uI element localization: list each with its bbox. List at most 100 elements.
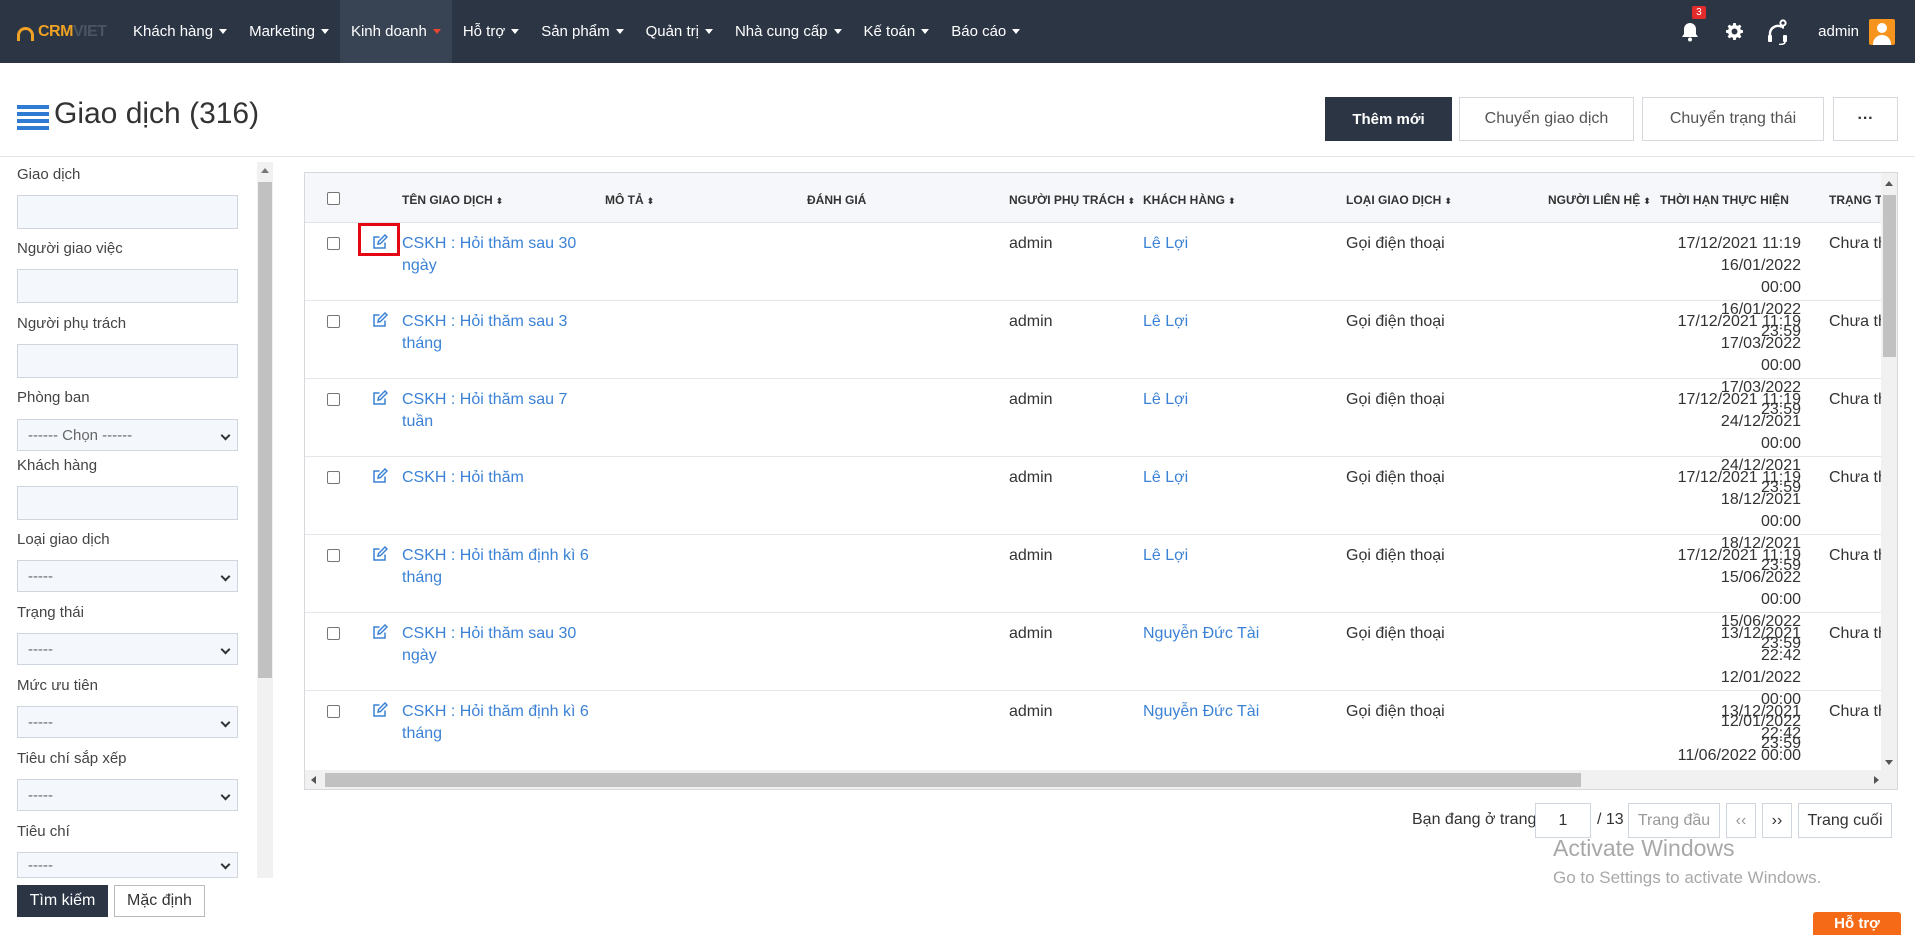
support-chat-button[interactable]: Hỗ trợ [1813,912,1901,935]
nguoi-giao-viec-input[interactable] [17,269,238,303]
customer-link[interactable]: Lê Lợi [1143,467,1188,489]
filter-label-phong-ban: Phòng ban [17,389,90,406]
tieu-chi-sap-xep-select[interactable]: ----- [17,779,238,811]
menu-ke-toan[interactable]: Kế toán [853,0,941,63]
next-page-button[interactable]: ›› [1762,803,1792,838]
table-header: TÊN GIAO DỊCH ⬍ MÔ TẢ ⬍ ĐÁNH GIÁ NGƯỜI PHỤ… [305,173,1897,223]
row-checkbox[interactable] [327,393,340,406]
loai-giao-dich-select[interactable]: ----- [17,560,238,592]
prev-page-button[interactable]: ‹‹ [1726,803,1756,838]
list-icon [17,105,49,131]
edit-icon[interactable] [372,545,389,562]
notification-button[interactable]: 3 [1668,0,1712,63]
menu-khach-hang[interactable]: Khách hàng [122,0,238,63]
status-cell: Chưa th [1829,469,1887,486]
deal-name-link[interactable]: CSKH : Hỏi thăm [402,467,602,489]
caret-down-icon [615,29,624,34]
row-checkbox[interactable] [327,549,340,562]
status-cell: Chưa th [1829,313,1887,330]
chevron-down-icon [220,790,231,801]
row-checkbox[interactable] [327,627,340,640]
row-checkbox[interactable] [327,315,340,328]
sort-icon: ⬍ [1228,196,1236,206]
first-page-button[interactable]: Trang đầu [1628,803,1720,838]
row-checkbox[interactable] [327,237,340,250]
transfer-deal-button[interactable]: Chuyển giao dịch [1459,97,1634,141]
menu-bao-cao[interactable]: Báo cáo [940,0,1031,63]
sidebar-scrollbar[interactable] [257,162,273,878]
deal-name-link[interactable]: CSKH : Hỏi thăm sau 30 ngày [402,623,602,667]
caret-down-icon [704,29,713,34]
row-checkbox[interactable] [327,471,340,484]
edit-icon[interactable] [372,233,389,250]
settings-button[interactable] [1712,0,1756,63]
deal-name-link[interactable]: CSKH : Hỏi thăm sau 7 tuần [402,389,602,433]
table-vertical-scrollbar[interactable] [1881,173,1897,771]
col-khach-hang[interactable]: KHÁCH HÀNG ⬍ [1143,193,1236,207]
phong-ban-select[interactable]: ------ Chọn ------ [17,419,238,451]
col-danh-gia: ĐÁNH GIÁ [807,193,867,207]
filter-label-nguoi-giao-viec: Người giao việc [17,240,123,257]
select-all-checkbox[interactable] [327,192,340,205]
menu-quan-tri[interactable]: Quản trị [635,0,724,63]
status-cell: Chưa th [1829,235,1887,252]
col-nguoi-phu-trach[interactable]: NGƯỜI PHỤ TRÁCH ⬍ [1009,193,1135,207]
table-row: CSKH : Hỏi thăm sau 3 tháng admin Lê Lợi Gọi… [305,301,1897,418]
muc-uu-tien-select[interactable]: ----- [17,706,238,738]
col-mo-ta[interactable]: MÔ TẢ ⬍ [605,193,654,207]
customer-link[interactable]: Lê Lợi [1143,311,1188,333]
row-checkbox[interactable] [327,705,340,718]
nguoi-phu-trach-input[interactable] [17,344,238,378]
deal-name-link[interactable]: CSKH : Hỏi thăm định kì 6 tháng [402,545,602,589]
change-status-button[interactable]: Chuyển trạng thái [1642,97,1824,141]
table-row: CSKH : Hỏi thăm sau 30 ngày admin Nguyễn Đứ… [305,613,1897,752]
reset-default-button[interactable]: Mặc định [114,885,205,917]
notification-badge: 3 [1692,6,1706,19]
status-cell: Chưa th [1829,391,1887,408]
edit-icon[interactable] [372,701,389,718]
edit-icon[interactable] [372,311,389,328]
caret-down-icon [833,29,842,34]
customer-link[interactable]: Lê Lợi [1143,233,1188,255]
add-new-button[interactable]: Thêm mới [1325,97,1452,141]
col-ten-giao-dich[interactable]: TÊN GIAO DỊCH ⬍ [402,193,503,207]
edit-icon[interactable] [372,623,389,640]
col-nguoi-lien-he[interactable]: NGƯỜI LIÊN HỆ ⬍ [1548,193,1651,207]
deal-name-link[interactable]: CSKH : Hỏi thăm định kì 6 tháng [402,701,602,745]
table-horizontal-scrollbar[interactable] [305,770,1897,789]
giao-dich-input[interactable] [17,195,238,229]
last-page-button[interactable]: Trang cuối [1798,803,1892,838]
customer-link[interactable]: Nguyễn Đức Tài [1143,701,1259,723]
chevron-down-icon [220,859,231,870]
customer-link[interactable]: Lê Lợi [1143,545,1188,567]
menu-ho-tro[interactable]: Hỗ trợ [452,0,530,63]
customer-link[interactable]: Lê Lợi [1143,389,1188,411]
deal-name-link[interactable]: CSKH : Hỏi thăm sau 30 ngày [402,233,602,277]
search-button[interactable]: Tìm kiếm [17,885,108,917]
khach-hang-input[interactable] [17,486,238,520]
sort-icon: ⬍ [1127,196,1136,206]
pager-prefix: Bạn đang ở trang [1412,811,1537,828]
logo-icon [17,26,34,41]
deal-name-link[interactable]: CSKH : Hỏi thăm sau 3 tháng [402,311,602,355]
menu-san-pham[interactable]: Sản phẩm [530,0,634,63]
avatar[interactable] [1869,18,1895,45]
bell-icon [1682,22,1699,41]
support-headset-button[interactable] [1756,0,1800,63]
user-name[interactable]: admin [1818,23,1859,40]
col-loai-giao-dich[interactable]: LOẠI GIAO DỊCH ⬍ [1346,193,1452,207]
tieu-chi-select[interactable]: ----- [17,852,238,878]
chevron-down-icon [220,571,231,582]
sort-icon: ⬍ [1444,196,1452,206]
top-navbar: CRMVIET Khách hàng Marketing Kinh doanh … [0,0,1915,63]
menu-marketing[interactable]: Marketing [238,0,340,63]
customer-link[interactable]: Nguyễn Đức Tài [1143,623,1259,645]
edit-icon[interactable] [372,389,389,406]
logo[interactable]: CRMVIET [17,17,117,47]
menu-kinh-doanh[interactable]: Kinh doanh [339,0,452,63]
menu-nha-cung-cap[interactable]: Nhà cung cấp [724,0,853,63]
trang-thai-select[interactable]: ----- [17,633,238,665]
edit-icon[interactable] [372,467,389,484]
page-number-input[interactable]: 1 [1535,803,1591,838]
more-options-button[interactable]: ··· [1833,97,1898,141]
